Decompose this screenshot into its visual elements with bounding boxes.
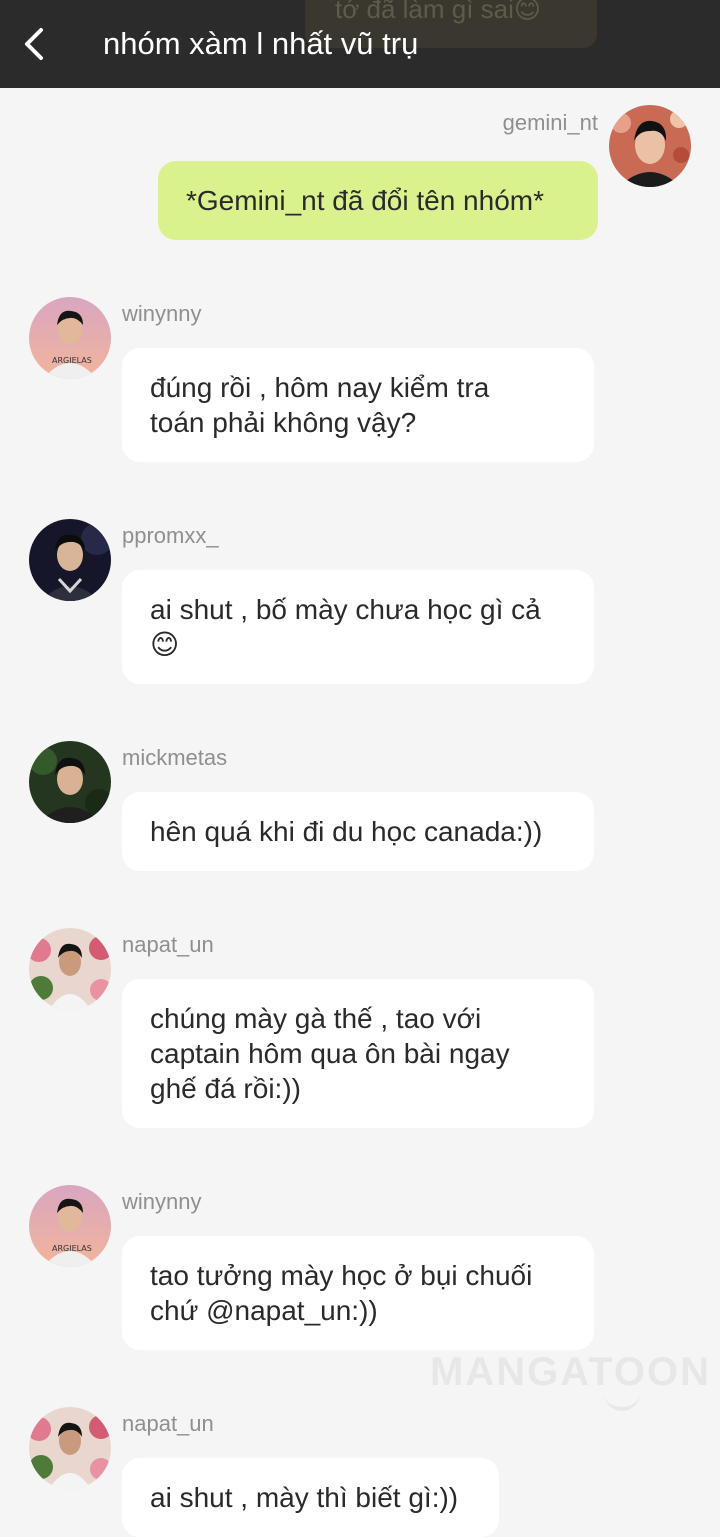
message-text-line: ghế đá rồi:)) [150,1073,301,1104]
svg-text:ARGIELAS: ARGIELAS [52,356,92,365]
username-napat_un: napat_un [122,1411,214,1436]
message-text: *Gemini_nt đã đổi tên nhóm* [186,185,544,216]
message-text-line: đúng rồi , hôm nay kiểm tra [150,372,490,403]
message-text-line: ai shut , bố mày chưa học gì cả [150,594,541,625]
avatar-gemini_nt[interactable] [609,105,691,187]
avatar-ppromxx_[interactable] [29,519,111,601]
message-bubble[interactable]: ai shut , bố mày chưa học gì cả 😊 [122,570,594,684]
username-napat_un: napat_un [122,932,214,957]
avatar-napat_un[interactable] [29,1407,111,1489]
message-text-line: captain hôm qua ôn bài ngay [150,1038,510,1069]
username-mickmetas: mickmetas [122,745,228,770]
message-bubble-own[interactable]: *Gemini_nt đã đổi tên nhóm* [158,161,598,240]
message-text-line: ai shut , mày thì biết gì:)) [150,1482,459,1513]
back-button[interactable] [14,24,54,64]
username-ppromxx_: ppromxx_ [122,523,219,548]
watermark-smile [604,1393,640,1411]
message-text-line: 😊 [150,629,180,660]
message-bubble[interactable]: ai shut , mày thì biết gì:)) [122,1458,499,1537]
chat-header: tớ đã làm gì sai😊 nhóm xàm l nhất vũ trụ [0,0,720,88]
watermark-logo: MANGATOON [430,1350,711,1394]
avatar-napat_un[interactable] [29,928,111,1010]
svg-text:ARGIELAS: ARGIELAS [52,1244,92,1253]
message-text-line: chúng mày gà thế , tao với [150,1003,482,1034]
message-bubble[interactable]: đúng rồi , hôm nay kiểm tra toán phải kh… [122,348,594,462]
message-text-line: toán phải không vậy? [150,407,417,438]
scrolled-message-text: tớ đã làm gì sai😊 [335,0,542,24]
username-winynny: winynny [122,1189,202,1214]
message-text-line: hên quá khi đi du học canada:)) [150,816,543,847]
chevron-left-icon [25,28,43,60]
avatar-winynny[interactable]: ARGIELAS [29,297,111,379]
message-text-line: chứ @napat_un:)) [150,1295,378,1326]
message-text-line: tao tưởng mày học ở bụi chuối [150,1260,533,1291]
username-winynny: winynny [122,301,202,326]
message-bubble[interactable]: chúng mày gà thế , tao với captain hôm q… [122,979,594,1128]
message-bubble[interactable]: tao tưởng mày học ở bụi chuối chứ @napat… [122,1236,594,1350]
username-gemini_nt: gemini_nt [502,110,598,135]
group-title: nhóm xàm l nhất vũ trụ [103,26,419,61]
message-bubble[interactable]: hên quá khi đi du học canada:)) [122,792,594,871]
avatar-winynny[interactable]: ARGIELAS [29,1185,111,1267]
avatar-mickmetas[interactable] [29,741,111,823]
